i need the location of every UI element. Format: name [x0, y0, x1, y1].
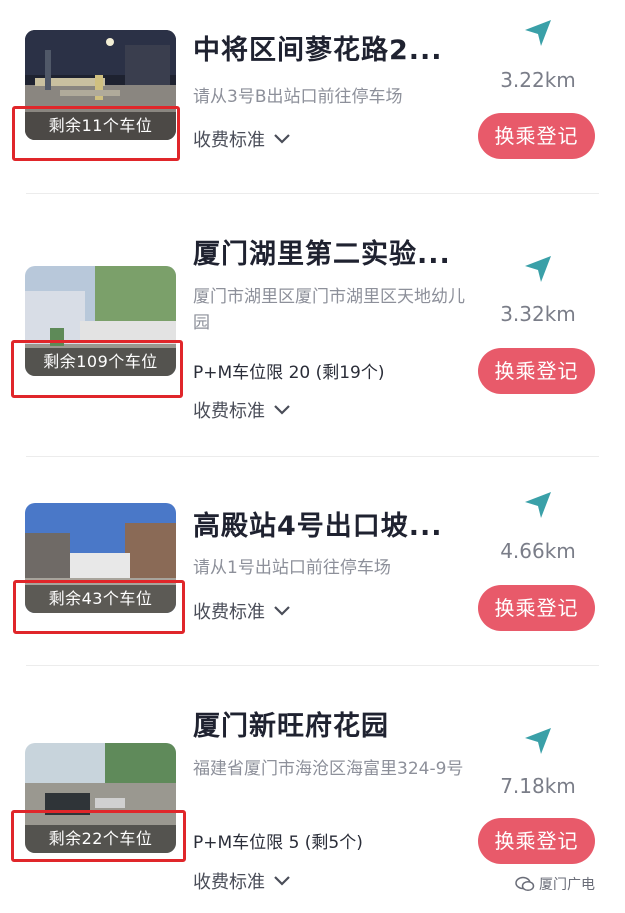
- parking-title[interactable]: 厦门湖里第二实验...: [193, 232, 463, 271]
- distance: 3.22km: [500, 68, 576, 92]
- transfer-register-button[interactable]: 换乘登记: [478, 348, 595, 394]
- navigate-icon[interactable]: [521, 16, 555, 50]
- parking-title[interactable]: 高殿站4号出口坡...: [193, 504, 463, 543]
- parking-address: 请从1号出站口前往停车场: [193, 558, 391, 578]
- highlight-box: [11, 810, 186, 862]
- fee-standard-toggle[interactable]: 收费标准: [193, 868, 291, 894]
- parking-address: 厦门市湖里区厦门市湖里区天地幼儿园: [193, 287, 465, 333]
- parking-address: 福建省厦门市海沧区海富里324-9号: [193, 759, 464, 779]
- navigate-icon[interactable]: [521, 252, 555, 286]
- fee-standard-toggle[interactable]: 收费标准: [193, 598, 291, 624]
- divider: [26, 193, 599, 194]
- fee-standard-label: 收费标准: [193, 401, 265, 422]
- parking-address: 请从3号B出站口前往停车场: [193, 87, 403, 107]
- highlight-box: [13, 580, 185, 634]
- divider: [26, 665, 599, 666]
- distance: 3.32km: [500, 302, 576, 326]
- chevron-down-icon: [274, 876, 290, 886]
- parking-title[interactable]: 厦门新旺府花园: [193, 704, 463, 743]
- navigate-icon[interactable]: [521, 488, 555, 522]
- fee-standard-label: 收费标准: [193, 602, 265, 623]
- watermark-text: 厦门广电: [539, 877, 595, 893]
- parking-title[interactable]: 中将区间蓼花路2...: [193, 28, 463, 67]
- chevron-down-icon: [274, 405, 290, 415]
- pm-limit: P+M车位限 20 (剩19个): [193, 363, 385, 383]
- transfer-register-button[interactable]: 换乘登记: [478, 818, 595, 864]
- navigate-icon[interactable]: [521, 724, 555, 758]
- wechat-icon: [515, 876, 535, 892]
- fee-standard-label: 收费标准: [193, 872, 265, 893]
- chevron-down-icon: [274, 606, 290, 616]
- watermark: 厦门广电: [515, 874, 595, 894]
- fee-standard-toggle[interactable]: 收费标准: [193, 126, 291, 152]
- fee-standard-label: 收费标准: [193, 130, 265, 151]
- distance: 7.18km: [500, 774, 576, 798]
- highlight-box: [11, 340, 183, 398]
- transfer-register-button[interactable]: 换乘登记: [478, 585, 595, 631]
- fee-standard-toggle[interactable]: 收费标准: [193, 397, 291, 423]
- divider: [26, 456, 599, 457]
- distance: 4.66km: [500, 539, 576, 563]
- pm-limit: P+M车位限 5 (剩5个): [193, 833, 363, 853]
- chevron-down-icon: [274, 134, 290, 144]
- transfer-register-button[interactable]: 换乘登记: [478, 113, 595, 159]
- highlight-box: [12, 106, 180, 161]
